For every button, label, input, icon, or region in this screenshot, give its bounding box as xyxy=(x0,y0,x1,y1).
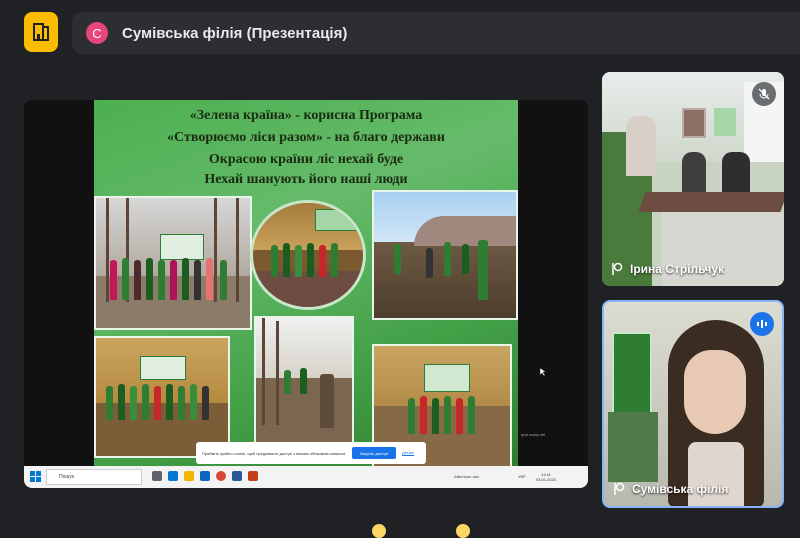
person-seated-1 xyxy=(682,152,706,192)
taskbar-language[interactable]: УКР xyxy=(518,474,526,479)
word-icon[interactable] xyxy=(232,471,242,481)
participant-tile-sumivska[interactable]: Сумівська філія xyxy=(602,300,784,508)
taskbar-date: 03.01.2023 xyxy=(536,477,557,482)
photo-planting-worker xyxy=(254,316,354,454)
photo-planting-field xyxy=(372,190,518,320)
stand-board xyxy=(608,412,658,482)
pin-icon[interactable] xyxy=(610,262,624,276)
presenter-avatar: С xyxy=(86,22,108,44)
meeting-title-bar: С Сумівська філія (Презентація) xyxy=(72,12,800,54)
taskbar-weather[interactable]: Afternoon rain xyxy=(454,474,479,479)
file-explorer-icon[interactable] xyxy=(184,471,194,481)
participant-name: Сумівська філія xyxy=(632,482,729,496)
presentation-slide: «Зелена країна» - корисна Програма «Ство… xyxy=(94,100,518,468)
top-bar: С Сумівська філія (Презентація) xyxy=(0,0,800,66)
wall-poster xyxy=(714,108,736,136)
speaker-shirt xyxy=(688,442,744,506)
windows-taskbar: Пошук Afternoon rain УКР 11:41 03.01.202… xyxy=(24,466,588,488)
taskbar-clock[interactable]: 11:41 03.01.2023 xyxy=(536,472,556,482)
meeting-title: Сумівська філія (Презентація) xyxy=(122,24,348,42)
conference-table xyxy=(638,192,784,212)
person-seated-2 xyxy=(722,152,750,192)
photo-autumn-group xyxy=(94,336,230,458)
slide-line-3: Окрасою країни ліс нехай буде xyxy=(208,152,404,167)
task-view-icon[interactable] xyxy=(152,471,162,481)
powerpoint-icon[interactable] xyxy=(248,471,258,481)
pin-icon[interactable] xyxy=(612,482,626,496)
mouse-cursor-icon xyxy=(540,368,546,376)
windows-start-icon[interactable] xyxy=(30,471,41,482)
slide-line-2: «Створюємо ліси разом» - на благо держав… xyxy=(167,130,445,145)
participant-tile-irina[interactable]: Ірина Стрільчук xyxy=(602,72,784,286)
reaction-emoji-icon[interactable] xyxy=(456,524,470,538)
cookie-notice: Прийміть файли cookie, щоб продовжити до… xyxy=(196,442,426,464)
speaker-face xyxy=(684,350,746,434)
chrome-icon[interactable] xyxy=(216,471,226,481)
edge-icon[interactable] xyxy=(168,471,178,481)
reaction-emoji-icon[interactable] xyxy=(372,524,386,538)
photo-circle-group xyxy=(250,200,366,310)
cookie-details-link[interactable]: Деталі xyxy=(402,450,414,455)
taskbar-search-input[interactable]: Пошук xyxy=(46,469,142,485)
slide-line-4: Нехай шанують його наші люди xyxy=(204,172,408,187)
meet-logo-icon[interactable] xyxy=(24,12,58,52)
mic-off-icon xyxy=(752,82,776,106)
wall-picture xyxy=(682,108,706,138)
store-icon[interactable] xyxy=(200,471,210,481)
photo-forest-group xyxy=(94,196,252,330)
slide-line-1: «Зелена країна» - корисна Програма xyxy=(189,108,423,123)
screen-share-area: «Зелена країна» - корисна Програма «Ство… xyxy=(24,100,588,488)
participant-name: Ірина Стрільчук xyxy=(630,262,725,276)
cookie-accept-button[interactable]: Закрить доступ xyxy=(352,447,396,459)
taskbar-search-placeholder: Пошук xyxy=(59,474,75,480)
school-banner xyxy=(612,332,652,420)
watermark-text: quiz.sumy.net xyxy=(521,432,546,437)
speaking-indicator-icon xyxy=(750,312,774,336)
cookie-notice-text: Прийміть файли cookie, щоб продовжити до… xyxy=(202,450,346,456)
person-standing xyxy=(626,116,656,176)
bottom-controls-bar xyxy=(0,520,800,530)
